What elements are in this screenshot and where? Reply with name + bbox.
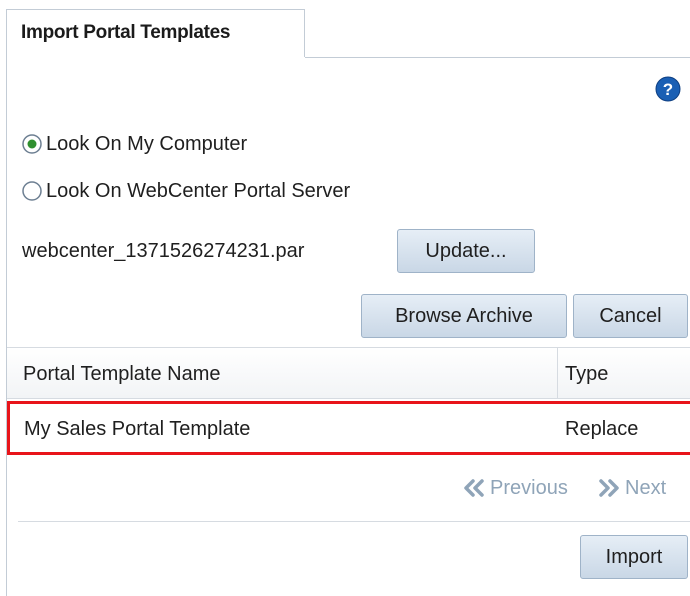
tab-strip-baseline — [305, 57, 690, 58]
column-header-type[interactable]: Type — [565, 363, 608, 386]
radio-label: Look On WebCenter Portal Server — [46, 179, 351, 202]
double-chevron-left-icon — [464, 479, 484, 497]
previous-page-link[interactable]: Previous — [461, 474, 568, 502]
import-button[interactable]: Import — [580, 535, 688, 579]
double-chevron-right-icon — [599, 479, 619, 497]
table-header: Portal Template Name Type — [7, 347, 690, 399]
column-divider[interactable] — [557, 348, 558, 398]
tab-strip: Import Portal Templates — [0, 0, 690, 58]
radio-look-on-my-computer[interactable]: Look On My Computer — [22, 131, 247, 157]
next-page-link[interactable]: Next — [596, 474, 666, 502]
cancel-button[interactable]: Cancel — [573, 294, 688, 338]
archive-file-name: webcenter_1371526274231.par — [22, 240, 305, 262]
next-label: Next — [625, 476, 667, 499]
browse-archive-button[interactable]: Browse Archive — [361, 294, 567, 338]
footer-divider — [18, 521, 690, 522]
radio-unselected-icon[interactable] — [22, 181, 42, 201]
radio-look-on-webcenter-portal-server[interactable]: Look On WebCenter Portal Server — [22, 178, 350, 204]
table-row[interactable]: My Sales Portal Template Replace — [7, 401, 690, 455]
update-button[interactable]: Update... — [397, 229, 535, 273]
column-header-portal-template-name[interactable]: Portal Template Name — [23, 363, 221, 386]
cell-portal-template-name: My Sales Portal Template — [24, 418, 251, 440]
tab-import-portal-templates[interactable]: Import Portal Templates — [6, 9, 305, 57]
previous-label: Previous — [490, 476, 568, 499]
cell-type: Replace — [565, 418, 639, 440]
tab-label: Import Portal Templates — [21, 22, 231, 43]
radio-selected-icon[interactable] — [22, 134, 42, 154]
help-icon[interactable]: ? — [655, 76, 681, 102]
svg-text:?: ? — [663, 80, 673, 99]
panel-border — [6, 57, 7, 596]
radio-label: Look On My Computer — [46, 132, 248, 155]
